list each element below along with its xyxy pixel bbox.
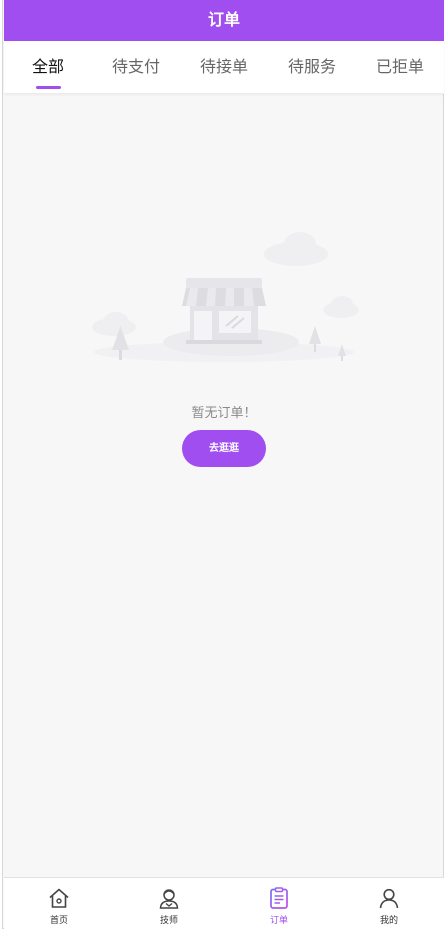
tabbar-label: 订单 xyxy=(269,916,288,926)
tabbar-mine[interactable]: 我的 xyxy=(334,878,444,929)
tabbar-label: 我的 xyxy=(379,916,398,926)
page-header: 订单 xyxy=(4,0,444,41)
tabbar-technician[interactable]: 技师 xyxy=(114,878,224,929)
empty-state-message: 暂无订单！ xyxy=(191,406,257,421)
order-status-tabs: 全部 待支付 待接单 待服务 已拒单 xyxy=(4,41,444,94)
empty-shop-icon xyxy=(92,232,359,362)
tabbar-home[interactable]: 首页 xyxy=(4,878,114,929)
tab-pending-payment[interactable]: 待支付 xyxy=(92,41,180,93)
home-icon xyxy=(49,888,69,908)
technician-icon xyxy=(159,889,179,909)
bottom-tabbar: 首页 技师 订单 我的 xyxy=(4,877,444,929)
order-clipboard-icon xyxy=(270,887,288,909)
tab-pending-acceptance[interactable]: 待接单 xyxy=(180,41,268,93)
tabbar-label: 技师 xyxy=(159,916,178,926)
tabbar-orders[interactable]: 订单 xyxy=(224,878,334,929)
page-title: 订单 xyxy=(207,10,240,29)
tabbar-label: 首页 xyxy=(49,916,68,926)
tab-rejected[interactable]: 已拒单 xyxy=(356,41,444,93)
active-tab-indicator xyxy=(36,86,61,89)
tab-pending-service[interactable]: 待服务 xyxy=(268,41,356,93)
go-browse-button[interactable]: 去逛逛 xyxy=(182,430,266,467)
user-icon xyxy=(379,888,399,909)
